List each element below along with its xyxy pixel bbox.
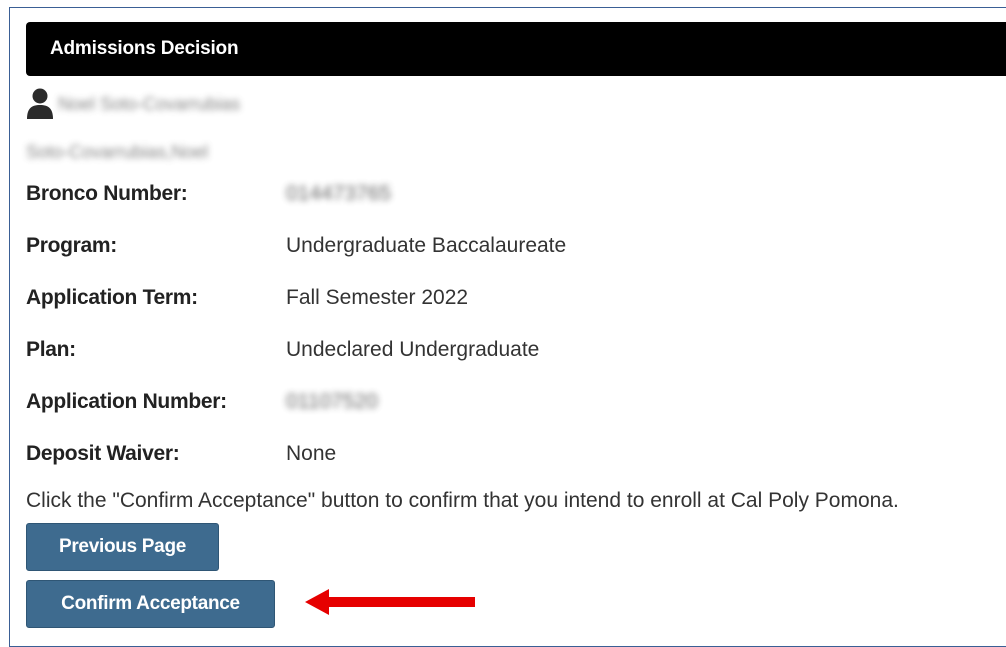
field-deposit-waiver: Deposit Waiver: None	[26, 439, 926, 469]
field-value: None	[286, 442, 337, 465]
field-bronco-number: Bronco Number: 014473765	[26, 179, 926, 209]
field-label: Deposit Waiver:	[26, 442, 180, 465]
field-value: 014473765	[286, 182, 392, 205]
field-plan: Plan: Undeclared Undergraduate	[26, 335, 926, 365]
field-application-number: Application Number: 01107520	[26, 387, 926, 417]
field-label: Application Term:	[26, 286, 198, 309]
field-application-term: Application Term: Fall Semester 2022	[26, 283, 926, 313]
field-value: Fall Semester 2022	[286, 286, 469, 309]
field-program: Program: Undergraduate Baccalaureate	[26, 231, 926, 261]
user-sort-name: Soto-Covarrubias,Noel	[26, 142, 209, 162]
red-arrow-icon	[305, 589, 475, 615]
field-value: Undergraduate Baccalaureate	[286, 234, 567, 257]
confirm-acceptance-button[interactable]: Confirm Acceptance	[26, 580, 275, 628]
field-label: Bronco Number:	[26, 182, 188, 205]
previous-page-button[interactable]: Previous Page	[26, 523, 219, 571]
field-label: Application Number:	[26, 390, 227, 413]
section-header: Admissions Decision	[26, 22, 1006, 76]
field-value: 01107520	[286, 390, 378, 413]
user-display-name: Noel Soto-Covarrubias	[58, 93, 241, 114]
user-info: Noel Soto-Covarrubias	[26, 86, 240, 122]
field-label: Program:	[26, 234, 117, 257]
field-value: Undeclared Undergraduate	[286, 338, 540, 361]
instruction-text: Click the "Confirm Acceptance" button to…	[26, 489, 899, 512]
user-icon	[27, 88, 53, 119]
field-label: Plan:	[26, 338, 76, 361]
section-title: Admissions Decision	[50, 38, 239, 59]
